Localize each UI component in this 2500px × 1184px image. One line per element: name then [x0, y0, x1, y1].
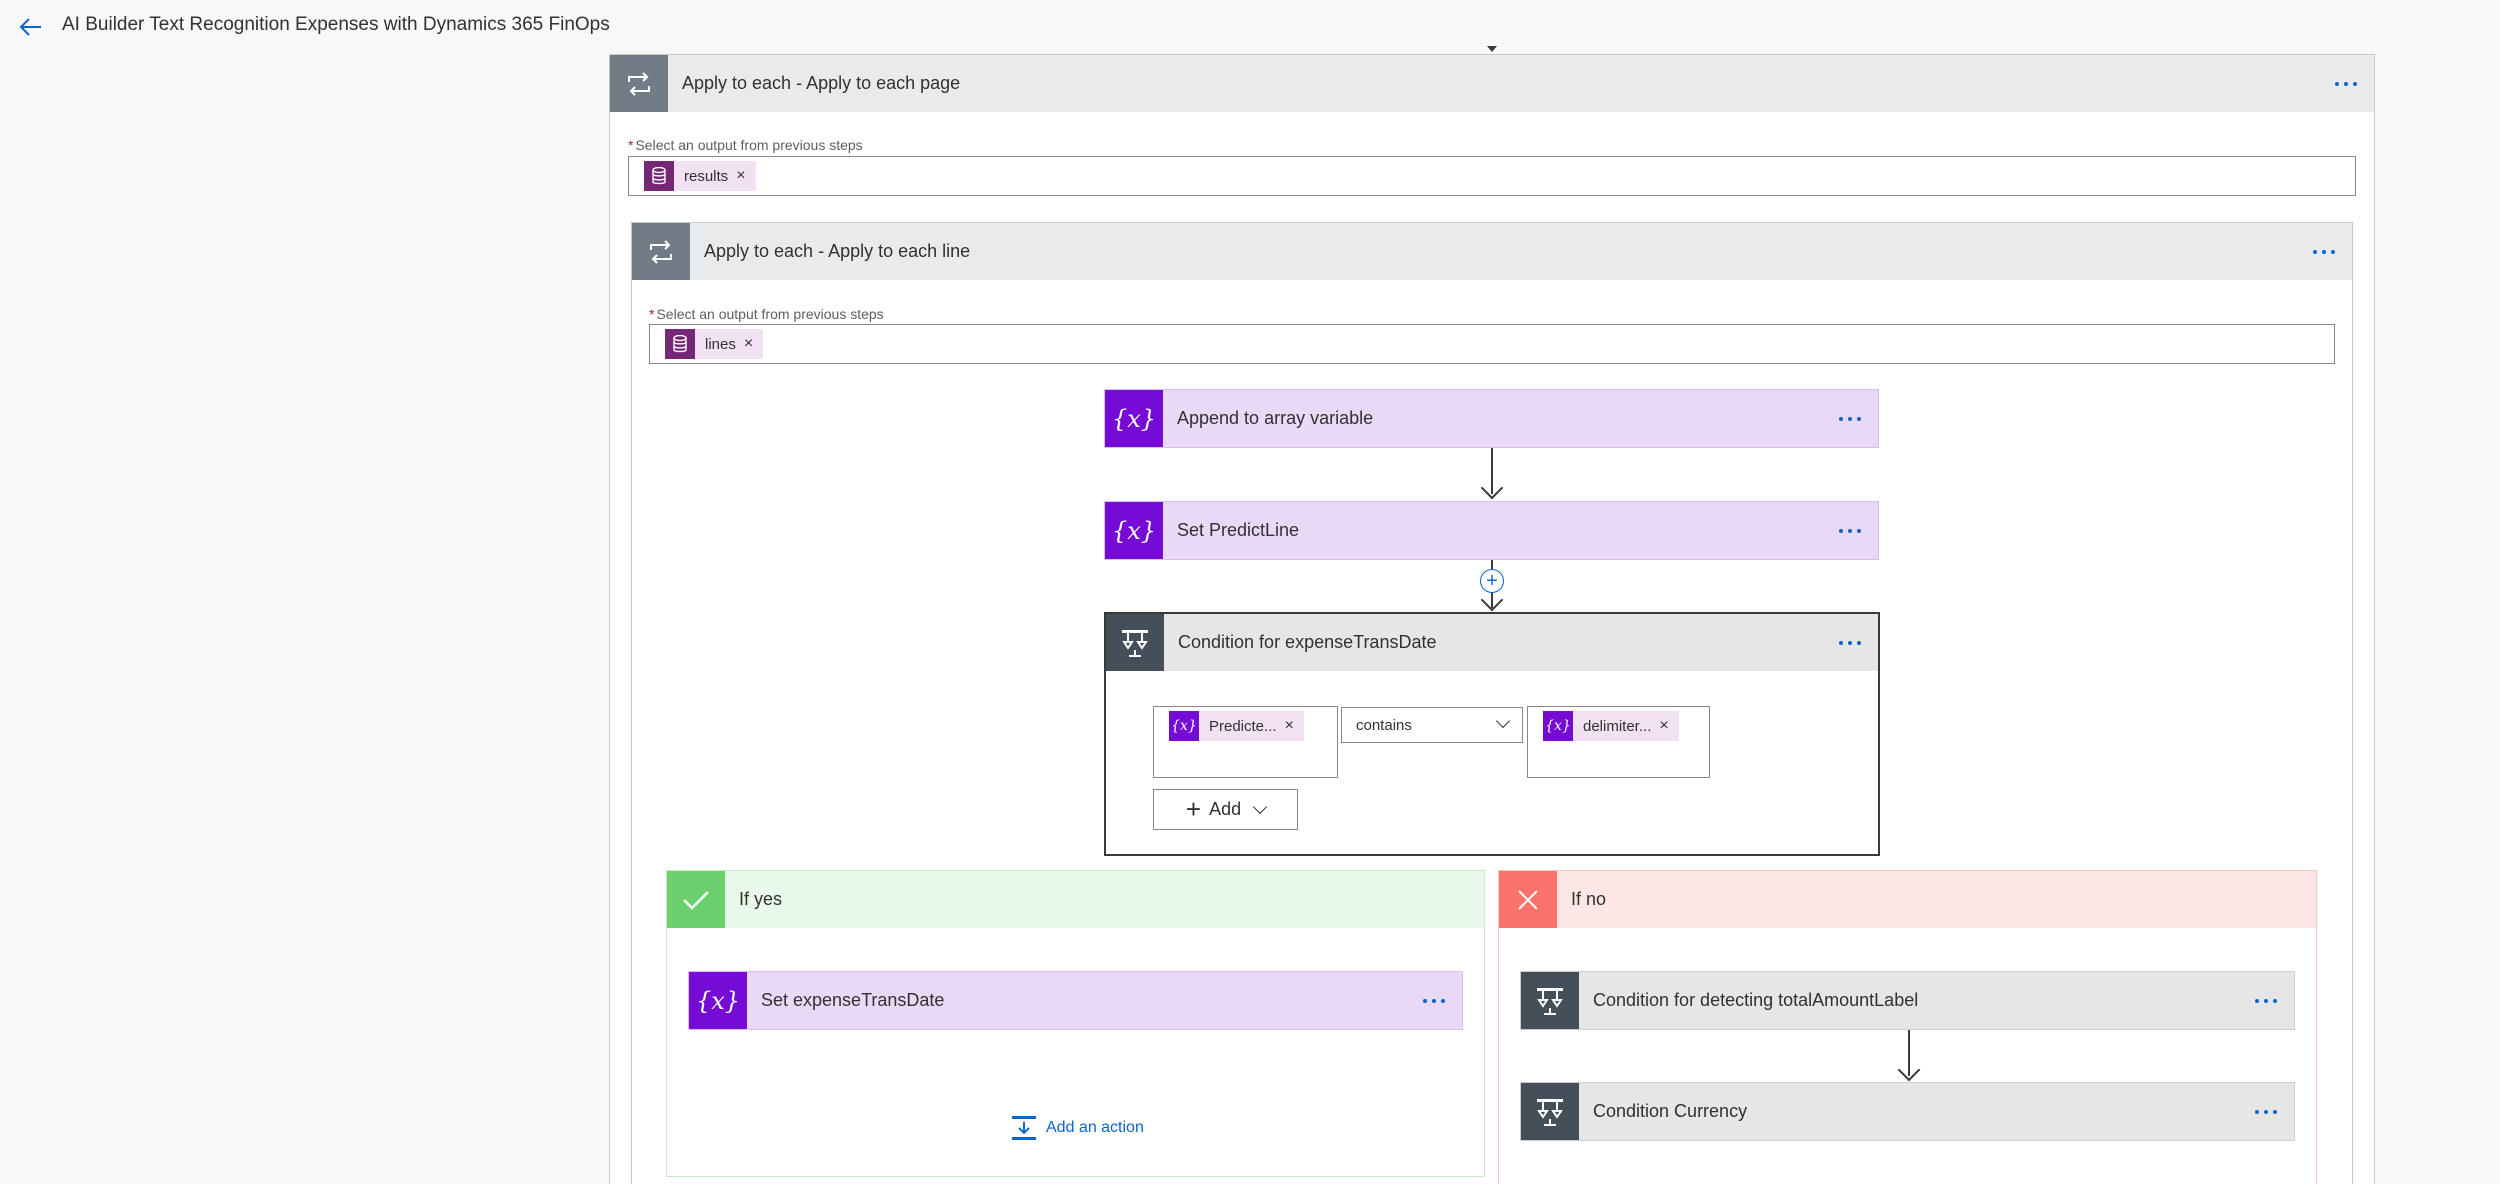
set-predictline-title: Set PredictLine — [1177, 520, 1300, 540]
condition-totalamountlabel-card[interactable]: Condition for detecting totalAmountLabel — [1520, 971, 2295, 1030]
database-icon — [644, 161, 674, 191]
database-icon — [665, 329, 695, 359]
if-yes-branch: If yes {x} Set expenseTransDate Add an a… — [666, 870, 1485, 1177]
page-title: AI Builder Text Recognition Expenses wit… — [62, 14, 610, 35]
condition-right-operand[interactable]: {x} delimiter... × — [1527, 706, 1710, 778]
set-expensetransdate-title: Set expenseTransDate — [761, 990, 945, 1010]
variable-icon: {x} — [1169, 711, 1199, 741]
more-options-button[interactable] — [2238, 1083, 2294, 1140]
operator-select[interactable]: contains — [1341, 707, 1523, 743]
add-condition-button[interactable]: + Add — [1153, 789, 1298, 830]
condition-currency-header[interactable]: Condition Currency — [1521, 1083, 2294, 1140]
append-to-array-title: Append to array variable — [1177, 408, 1374, 428]
add-an-action-button[interactable]: Add an action — [1010, 1114, 1144, 1142]
if-no-label: If no — [1571, 889, 1607, 909]
plus-icon: + — [1185, 794, 1202, 824]
variable-icon: {x} — [1105, 502, 1163, 559]
loop-icon — [632, 223, 690, 280]
apply-to-each-line-title: Apply to each - Apply to each line — [704, 241, 971, 261]
apply-to-each-page-title: Apply to each - Apply to each page — [682, 73, 961, 93]
more-options-button[interactable] — [2318, 55, 2374, 112]
results-token[interactable]: results × — [644, 161, 756, 191]
connector-arrow-top — [1487, 46, 1497, 52]
more-options-button[interactable] — [1406, 972, 1462, 1029]
condition-expensetransdate-card: Condition for expenseTransDate {x} Predi… — [1104, 612, 1880, 856]
condition-icon — [1106, 614, 1164, 671]
remove-token-icon[interactable]: × — [736, 167, 755, 185]
more-options-button[interactable] — [2238, 972, 2294, 1029]
condition-title: Condition for expenseTransDate — [1178, 632, 1437, 652]
check-icon — [667, 871, 725, 928]
close-icon — [1499, 871, 1557, 928]
condition-icon — [1521, 1083, 1579, 1140]
condition-left-operand[interactable]: {x} Predicte... × — [1153, 706, 1338, 778]
set-predictline-card[interactable]: {x} Set PredictLine — [1104, 501, 1879, 560]
if-yes-label: If yes — [739, 889, 783, 909]
inner-output-field[interactable]: lines × — [649, 324, 2335, 364]
apply-to-each-line-header[interactable]: Apply to each - Apply to each line — [632, 223, 2352, 280]
condition-currency-title: Condition Currency — [1593, 1101, 1748, 1121]
remove-token-icon[interactable]: × — [744, 335, 763, 353]
chevron-down-icon — [1495, 713, 1511, 729]
add-action-icon — [1012, 1116, 1036, 1140]
outer-output-field[interactable]: results × — [628, 156, 2356, 196]
if-yes-header[interactable]: If yes — [667, 871, 1484, 928]
condition-totalamountlabel-title: Condition for detecting totalAmountLabel — [1593, 990, 1919, 1010]
append-to-array-header[interactable]: {x} Append to array variable — [1105, 390, 1878, 447]
predicte-token[interactable]: {x} Predicte... × — [1169, 711, 1304, 741]
delimiter-token[interactable]: {x} delimiter... × — [1543, 711, 1679, 741]
variable-icon: {x} — [1105, 390, 1163, 447]
apply-to-each-page-header[interactable]: Apply to each - Apply to each page — [610, 55, 2374, 112]
remove-token-icon[interactable]: × — [1659, 717, 1678, 735]
append-to-array-card[interactable]: {x} Append to array variable — [1104, 389, 1879, 448]
condition-totalamountlabel-header[interactable]: Condition for detecting totalAmountLabel — [1521, 972, 2294, 1029]
if-no-branch: If no Condition for detecting totalAmoun… — [1498, 870, 2317, 1184]
more-options-button[interactable] — [1822, 390, 1878, 447]
condition-icon — [1521, 972, 1579, 1029]
condition-header[interactable]: Condition for expenseTransDate — [1106, 614, 1878, 671]
set-expensetransdate-card[interactable]: {x} Set expenseTransDate — [688, 971, 1463, 1030]
if-no-header[interactable]: If no — [1499, 871, 2316, 928]
condition-currency-card[interactable]: Condition Currency — [1520, 1082, 2295, 1141]
more-options-button[interactable] — [2296, 223, 2352, 280]
more-options-button[interactable] — [1822, 614, 1878, 671]
set-predictline-header[interactable]: {x} Set PredictLine — [1105, 502, 1878, 559]
chevron-down-icon — [1253, 799, 1268, 814]
variable-icon: {x} — [689, 972, 747, 1029]
connector-arrow-head — [1897, 1058, 1921, 1082]
loop-icon — [610, 55, 668, 112]
outer-field-label: * Select an output from previous steps — [628, 137, 863, 153]
back-button[interactable] — [14, 10, 48, 44]
inner-field-label: * Select an output from previous steps — [649, 306, 884, 322]
set-expensetransdate-header[interactable]: {x} Set expenseTransDate — [689, 972, 1462, 1029]
remove-token-icon[interactable]: × — [1285, 717, 1304, 735]
back-arrow-icon — [19, 18, 41, 36]
lines-token[interactable]: lines × — [665, 329, 764, 359]
more-options-button[interactable] — [1822, 502, 1878, 559]
variable-icon: {x} — [1543, 711, 1573, 741]
